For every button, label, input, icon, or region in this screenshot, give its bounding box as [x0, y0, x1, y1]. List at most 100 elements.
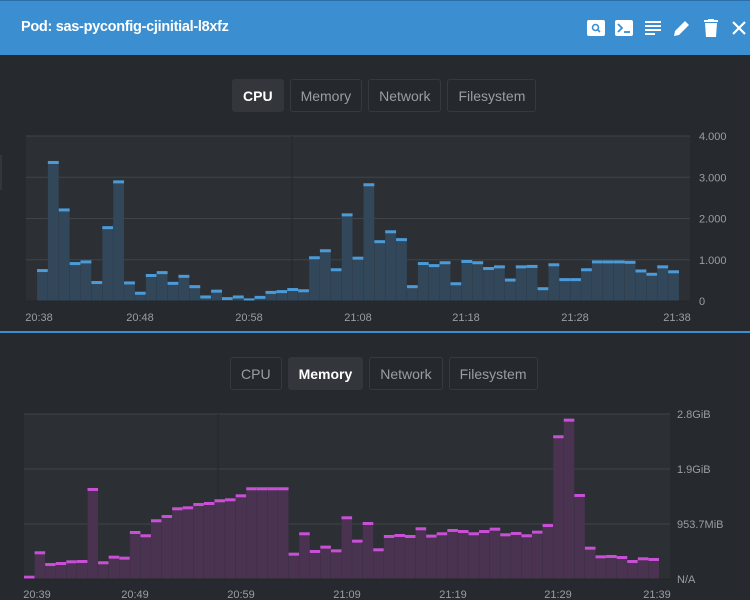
bar[interactable] [580, 268, 593, 302]
bar[interactable] [129, 530, 141, 580]
bar[interactable] [189, 285, 201, 302]
bar[interactable] [591, 260, 604, 302]
close-icon[interactable] [728, 17, 750, 39]
bar[interactable] [439, 261, 451, 302]
bar[interactable] [66, 560, 78, 580]
terminal-icon[interactable] [613, 17, 635, 39]
bar[interactable] [537, 287, 549, 302]
bar[interactable] [563, 418, 575, 580]
bar[interactable] [161, 515, 173, 580]
bar[interactable] [383, 534, 395, 580]
bar[interactable] [69, 262, 81, 302]
bar[interactable] [415, 527, 427, 580]
bar[interactable] [515, 265, 527, 302]
bar[interactable] [44, 563, 57, 580]
bar[interactable] [210, 289, 223, 302]
bar[interactable] [637, 557, 649, 580]
bar[interactable] [478, 530, 490, 580]
bar[interactable] [256, 487, 268, 580]
bar[interactable] [319, 249, 332, 302]
bar[interactable] [309, 549, 321, 580]
bar[interactable] [605, 554, 617, 580]
bar[interactable] [584, 546, 596, 580]
bar[interactable] [246, 487, 258, 580]
bar[interactable] [395, 238, 408, 302]
bar[interactable] [330, 268, 342, 302]
bar[interactable] [574, 493, 586, 580]
bar[interactable] [235, 494, 247, 580]
bar[interactable] [635, 269, 647, 302]
bar[interactable] [602, 260, 614, 302]
bar[interactable] [91, 281, 103, 302]
bar[interactable] [384, 230, 397, 302]
bar[interactable] [193, 503, 205, 580]
bar[interactable] [500, 533, 512, 580]
bar[interactable] [156, 271, 168, 302]
bar[interactable] [97, 561, 109, 580]
bar[interactable] [521, 534, 533, 580]
bar[interactable] [548, 263, 560, 302]
bar[interactable] [167, 281, 179, 302]
bar[interactable] [461, 259, 473, 302]
edit-icon[interactable] [671, 17, 693, 39]
bar[interactable] [150, 519, 162, 580]
bar[interactable] [531, 530, 543, 580]
bar[interactable] [320, 545, 332, 580]
bar[interactable] [288, 552, 300, 580]
bar[interactable] [374, 240, 386, 302]
bar[interactable] [55, 562, 67, 580]
bar[interactable] [436, 532, 448, 580]
bar[interactable] [203, 501, 215, 580]
bar[interactable] [417, 262, 429, 302]
bar[interactable] [298, 532, 310, 580]
bar[interactable] [34, 551, 46, 580]
bar[interactable] [102, 226, 114, 302]
bar[interactable] [472, 261, 484, 302]
bar[interactable] [362, 522, 374, 580]
bar[interactable] [489, 527, 501, 580]
bar[interactable] [595, 555, 607, 580]
bar[interactable] [119, 556, 131, 580]
bar[interactable] [552, 435, 565, 580]
bar[interactable] [341, 213, 353, 302]
bar[interactable] [87, 487, 99, 580]
bar[interactable] [254, 295, 266, 302]
bar[interactable] [351, 539, 363, 580]
bar[interactable] [373, 548, 385, 580]
bar[interactable] [363, 183, 375, 302]
bar[interactable] [287, 288, 299, 302]
bar[interactable] [648, 557, 660, 580]
bar[interactable] [171, 507, 184, 580]
bar[interactable] [394, 533, 406, 580]
bar[interactable] [504, 278, 517, 302]
bar[interactable] [624, 260, 636, 302]
bar[interactable] [425, 534, 437, 580]
bar[interactable] [178, 274, 190, 302]
bar[interactable] [199, 295, 212, 302]
bar[interactable] [656, 265, 669, 302]
bar[interactable] [134, 291, 147, 302]
bar[interactable] [468, 532, 480, 580]
search-icon[interactable] [585, 17, 607, 39]
bar[interactable] [112, 180, 125, 302]
bar[interactable] [108, 555, 120, 580]
bar[interactable] [482, 267, 495, 302]
bar[interactable] [667, 270, 680, 302]
bar[interactable] [330, 549, 342, 580]
bar[interactable] [447, 528, 459, 580]
bar[interactable] [276, 290, 288, 302]
bar[interactable] [341, 516, 353, 580]
bar[interactable] [182, 506, 194, 580]
bar[interactable] [265, 290, 277, 302]
bar[interactable] [214, 499, 226, 580]
delete-icon[interactable] [700, 17, 722, 39]
bar[interactable] [221, 297, 234, 302]
bar[interactable] [510, 531, 522, 580]
bar[interactable] [559, 278, 571, 302]
bar[interactable] [58, 208, 70, 302]
bar[interactable] [493, 265, 506, 302]
bar[interactable] [140, 534, 152, 580]
bar[interactable] [76, 560, 88, 580]
bar[interactable] [450, 282, 462, 302]
bar[interactable] [646, 272, 658, 302]
